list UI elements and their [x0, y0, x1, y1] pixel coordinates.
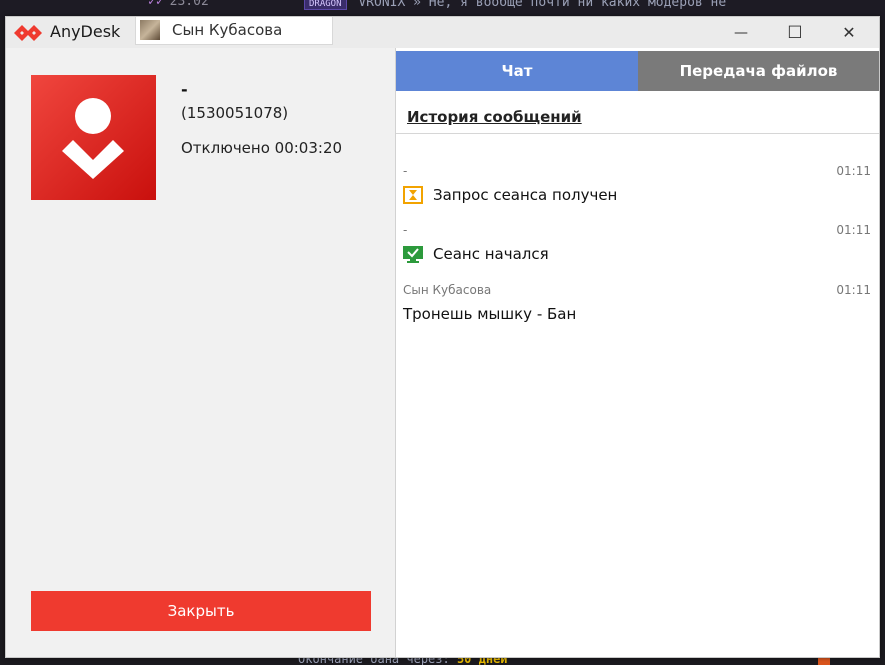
tab-bar: Чат Передача файлов: [396, 51, 879, 91]
minimize-icon: —: [734, 24, 748, 41]
message-body: Сеанс начался: [403, 245, 549, 263]
message-time: 01:11: [836, 164, 871, 178]
message-sender: Сын Кубасова: [403, 283, 492, 297]
message-text: Сеанс начался: [433, 245, 549, 263]
maximize-button[interactable]: ☐: [771, 17, 819, 48]
chat-pane: Чат Передача файлов История сообщений - …: [396, 48, 879, 657]
background-chat-user: VRONIX: [358, 0, 406, 10]
anydesk-logo-icon: [14, 25, 42, 41]
close-icon: ✕: [842, 23, 856, 42]
peer-alias: -: [181, 80, 188, 99]
message-text: Тронешь мышку - Бан: [403, 305, 577, 323]
message-time: 01:11: [836, 223, 871, 237]
background-chat-text: Не, я вообще почти ни каких модеров не: [428, 0, 727, 10]
peer-info-pane: - (1530051078) Отключено 00:03:20 Закрыт…: [6, 48, 396, 657]
close-session-button[interactable]: Закрыть: [31, 591, 371, 631]
anydesk-peer-icon: [31, 75, 156, 200]
close-window-button[interactable]: ✕: [825, 17, 873, 48]
anydesk-window: AnyDesk Сын Кубасова — ☐ ✕ - (1530051078…: [5, 16, 880, 658]
history-title: История сообщений: [407, 108, 582, 126]
tab-chat[interactable]: Чат: [396, 51, 638, 91]
session-tab-label: Сын Кубасова: [172, 21, 283, 39]
message-time: 01:11: [836, 283, 871, 297]
background-chat-tag: DRAGON: [304, 0, 347, 10]
minimize-button[interactable]: —: [717, 17, 765, 48]
connection-status: Отключено 00:03:20: [181, 139, 343, 157]
maximize-icon: ☐: [787, 22, 803, 43]
session-tab[interactable]: Сын Кубасова: [135, 17, 333, 45]
history-header: История сообщений: [396, 92, 879, 134]
message-body: Запрос сеанса получен: [403, 186, 617, 204]
message-body: Тронешь мышку - Бан: [403, 305, 576, 323]
background-clock: ✓✓ 23:02: [148, 0, 209, 9]
background-chat-line: DRAGON VRONIX » Не, я вообще почти ни ка…: [300, 0, 726, 10]
titlebar: AnyDesk Сын Кубасова — ☐ ✕: [6, 17, 879, 48]
monitor-check-icon: [403, 246, 423, 263]
peer-id: (1530051078): [181, 104, 289, 122]
tab-file-transfer[interactable]: Передача файлов: [638, 51, 879, 91]
app-name: AnyDesk: [50, 22, 121, 41]
message-sender: -: [403, 164, 408, 178]
hourglass-icon: [403, 186, 423, 204]
avatar: [140, 20, 160, 40]
message-sender: -: [403, 223, 408, 237]
message-text: Запрос сеанса получен: [433, 186, 618, 204]
double-check-icon: ✓✓: [148, 0, 164, 9]
